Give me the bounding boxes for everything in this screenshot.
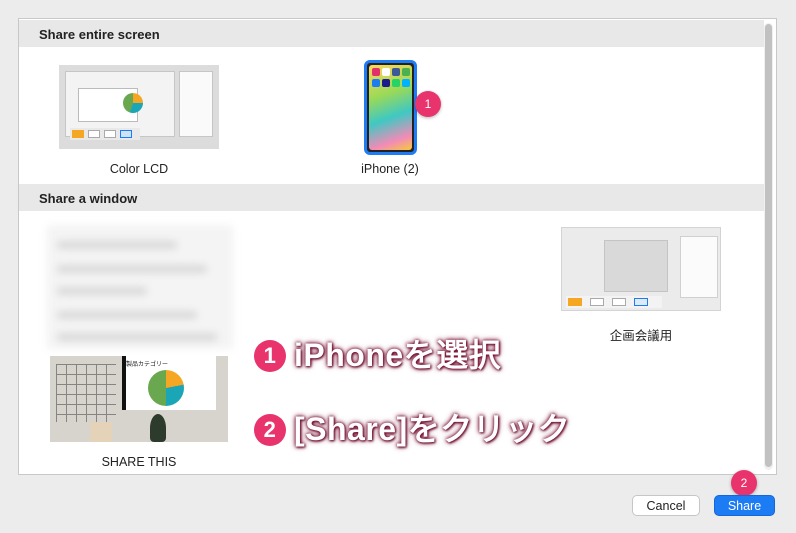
scrollbar-thumb[interactable] xyxy=(765,24,772,467)
iphone-screen-preview xyxy=(369,65,412,150)
share-this-window-thumbnail[interactable]: 製品カテゴリー xyxy=(50,356,228,442)
iphone-thumbnail[interactable] xyxy=(364,60,417,155)
app-icon xyxy=(392,68,400,76)
kikaku-window-thumbnail[interactable] xyxy=(561,227,721,311)
blurred-window-thumbnail[interactable] xyxy=(47,225,233,349)
iphone-label: iPhone (2) xyxy=(361,162,419,176)
step-badge-2: 2 xyxy=(731,470,757,496)
color-lcd-thumbnail[interactable] xyxy=(59,65,219,149)
app-icon xyxy=(402,68,410,76)
annotation-number-2: 2 xyxy=(254,414,286,446)
scrollbar[interactable] xyxy=(764,23,773,470)
kikaku-window-label: 企画会議用 xyxy=(609,329,673,343)
app-icon xyxy=(402,79,410,87)
kikaku-slide-strip xyxy=(566,296,662,308)
lcd-window-preview xyxy=(65,71,175,140)
lcd-inspector-preview xyxy=(179,71,213,137)
kikaku-slide-preview xyxy=(604,240,668,292)
app-icon xyxy=(382,68,390,76)
step-badge-1: 1 xyxy=(415,91,441,117)
annotation-text-2: [Share]をクリック xyxy=(294,411,571,447)
annotation-number-1: 1 xyxy=(254,340,286,372)
pie-chart-icon xyxy=(148,370,184,406)
kikaku-inspector-preview xyxy=(680,236,718,298)
share-button[interactable]: Share xyxy=(714,495,775,516)
annotation-step-1: 1 iPhoneを選択 xyxy=(254,330,501,376)
app-icon xyxy=(382,79,390,87)
pot-decoration xyxy=(90,422,112,442)
lcd-slide-strip xyxy=(70,128,140,140)
app-icon xyxy=(372,68,380,76)
plant-decoration xyxy=(150,414,166,442)
cancel-button[interactable]: Cancel xyxy=(632,495,700,516)
annotation-text-1: iPhoneを選択 xyxy=(294,337,502,373)
wire-grid-decoration xyxy=(56,364,116,422)
share-this-label: SHARE THIS xyxy=(101,455,177,469)
share-a-window-header: Share a window xyxy=(19,184,764,211)
pie-chart-icon xyxy=(123,93,143,113)
lcd-slide-preview xyxy=(78,88,143,122)
slide-card-title: 製品カテゴリー xyxy=(126,362,169,368)
app-icon xyxy=(372,79,380,87)
annotation-step-2: 2 [Share]をクリック xyxy=(254,404,570,450)
share-entire-screen-header: Share entire screen xyxy=(19,20,764,47)
app-icon xyxy=(392,79,400,87)
color-lcd-label: Color LCD xyxy=(109,162,169,176)
